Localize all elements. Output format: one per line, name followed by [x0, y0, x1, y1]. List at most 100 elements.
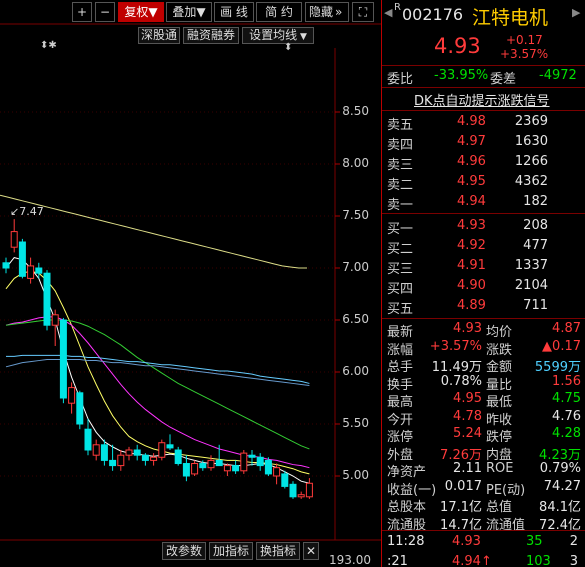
stat-value: 4.87 [552, 321, 581, 336]
volume-axis-label: 193.00 [329, 553, 371, 567]
nav-right-icon[interactable]: ▶ [572, 6, 580, 19]
stat-value: 0.78% [440, 373, 482, 389]
bid-row[interactable]: 买五 4.89 711 [382, 297, 585, 317]
stat-value: 0.017 [444, 478, 482, 494]
candle-body [92, 444, 100, 456]
wei-cha-value: -4972 [539, 68, 577, 83]
change-params-button[interactable]: 改参数 [162, 542, 206, 560]
candle-body [109, 459, 117, 467]
tick-count: 2 [569, 534, 578, 549]
ask-row[interactable]: 卖一 4.94 182 [382, 193, 585, 213]
fullscreen-icon[interactable]: ⛶ [352, 2, 374, 22]
candle-body [166, 444, 174, 449]
ma-settings-button[interactable]: 设置均线 ▼ [242, 27, 314, 44]
shenzhen-connect-button[interactable]: 深股通 [138, 27, 180, 44]
bid-volume: 2104 [514, 278, 548, 293]
tick-volume: 103 [526, 554, 551, 567]
candle-body [158, 442, 166, 458]
price-tick: 6.00 [342, 364, 369, 378]
stat-value: 4.75 [552, 391, 581, 406]
overlay-button[interactable]: 叠加▼ [166, 2, 212, 22]
zoom-out-button[interactable]: − [95, 2, 115, 22]
stat-value: 4.93 [453, 321, 482, 336]
candle-body [27, 265, 35, 279]
candle-body [2, 262, 10, 269]
candle-body [215, 459, 223, 467]
caret-down-icon: ▼ [297, 32, 307, 42]
order-ratio-row: 委比 -33.95% 委差 -4972 [382, 67, 585, 87]
stock-code: 002176 [402, 5, 464, 24]
close-indicator-icon[interactable]: ✕ [303, 542, 319, 560]
divider [382, 318, 585, 319]
quote-panel: ◀ R 002176 江特电机 ▶ 4.93 +0.17 +3.57% 委比 -… [381, 0, 585, 567]
ask-row[interactable]: 卖五 4.98 2369 [382, 113, 585, 133]
ask-volume: 2369 [514, 114, 548, 129]
signal-link[interactable]: DK点自动提示涨跌信号 [414, 90, 550, 109]
bid-label: 买三 [387, 262, 414, 277]
divider [382, 530, 585, 531]
tick-time: 11:28 [387, 534, 425, 549]
candle-body [133, 449, 141, 456]
bid-volume: 208 [523, 218, 548, 233]
ask-volume: 1266 [514, 154, 548, 169]
margin-trading-button[interactable]: 融资融券 [183, 27, 239, 44]
switch-indicator-button[interactable]: 换指标 [256, 542, 300, 560]
kline-chart[interactable] [0, 0, 381, 567]
r-badge: R [394, 2, 401, 13]
zoom-in-button[interactable]: + [72, 2, 92, 22]
stat-value: 74.27 [543, 478, 581, 494]
candle-body [182, 463, 190, 477]
bid-row[interactable]: 买四 4.90 2104 [382, 277, 585, 297]
tick-row[interactable]: :21 4.94↑ 103 3 [382, 553, 585, 567]
ask-label: 卖四 [387, 138, 414, 153]
price-tick: 8.50 [342, 104, 369, 118]
draw-line-button[interactable]: 画 线 [214, 2, 254, 22]
divider [382, 87, 585, 88]
high-price-value: 7.47 [19, 205, 44, 218]
candle-body [150, 456, 158, 461]
bid-row[interactable]: 买三 4.91 1337 [382, 257, 585, 277]
nav-left-icon[interactable]: ◀ [384, 6, 392, 19]
wei-bi-value: -33.95% [434, 68, 489, 83]
divider [382, 65, 585, 66]
ask-price: 4.96 [457, 154, 486, 169]
bid-price: 4.92 [457, 238, 486, 253]
price-tick: 5.00 [342, 468, 369, 482]
restore-rights-button[interactable]: 复权▼ [118, 2, 164, 22]
candle-body [51, 314, 59, 326]
add-indicator-button[interactable]: 加指标 [209, 542, 253, 560]
ask-volume: 1630 [514, 134, 548, 149]
candle-body [10, 231, 18, 248]
double-chevron-right-icon: » [335, 5, 343, 19]
candle-body [43, 272, 51, 326]
candle-body [141, 454, 149, 461]
ask-row[interactable]: 卖三 4.96 1266 [382, 153, 585, 173]
candle-body [207, 459, 215, 469]
kline-chart-panel[interactable]: + − 复权▼ 叠加▼ 画 线 简 约 隐藏» ⛶ ⬍✱ 深股通 融资融券 设置… [0, 0, 381, 567]
stat-value: 4.95 [453, 391, 482, 406]
hide-button[interactable]: 隐藏» [305, 2, 349, 22]
tick-count: 3 [569, 554, 578, 567]
candle-body [273, 467, 281, 477]
bid-volume: 711 [523, 298, 548, 313]
bid-label: 买二 [387, 242, 414, 257]
bid-volume: 1337 [514, 258, 548, 273]
bid-row[interactable]: 买二 4.92 477 [382, 237, 585, 257]
tick-time: :21 [387, 554, 408, 567]
short-term-button[interactable]: 简 约 [256, 2, 302, 22]
candle-body [240, 452, 248, 472]
stock-name: 江特电机 [472, 7, 549, 29]
arrow-icon: ↙ [10, 205, 20, 218]
bid-row[interactable]: 买一 4.93 208 [382, 217, 585, 237]
ask-row[interactable]: 卖二 4.95 4362 [382, 173, 585, 193]
last-price: 4.93 [434, 34, 481, 58]
price-tick: 5.50 [342, 416, 369, 430]
candle-body [174, 449, 182, 465]
ask-price: 4.95 [457, 174, 486, 189]
ask-label: 卖三 [387, 158, 414, 173]
ask-row[interactable]: 卖四 4.97 1630 [382, 133, 585, 153]
caret-down-icon: ▼ [196, 5, 206, 19]
tick-row[interactable]: 11:28 4.93 35 2 [382, 533, 585, 553]
bid-price: 4.93 [457, 218, 486, 233]
stat-value: 4.78 [453, 408, 482, 424]
